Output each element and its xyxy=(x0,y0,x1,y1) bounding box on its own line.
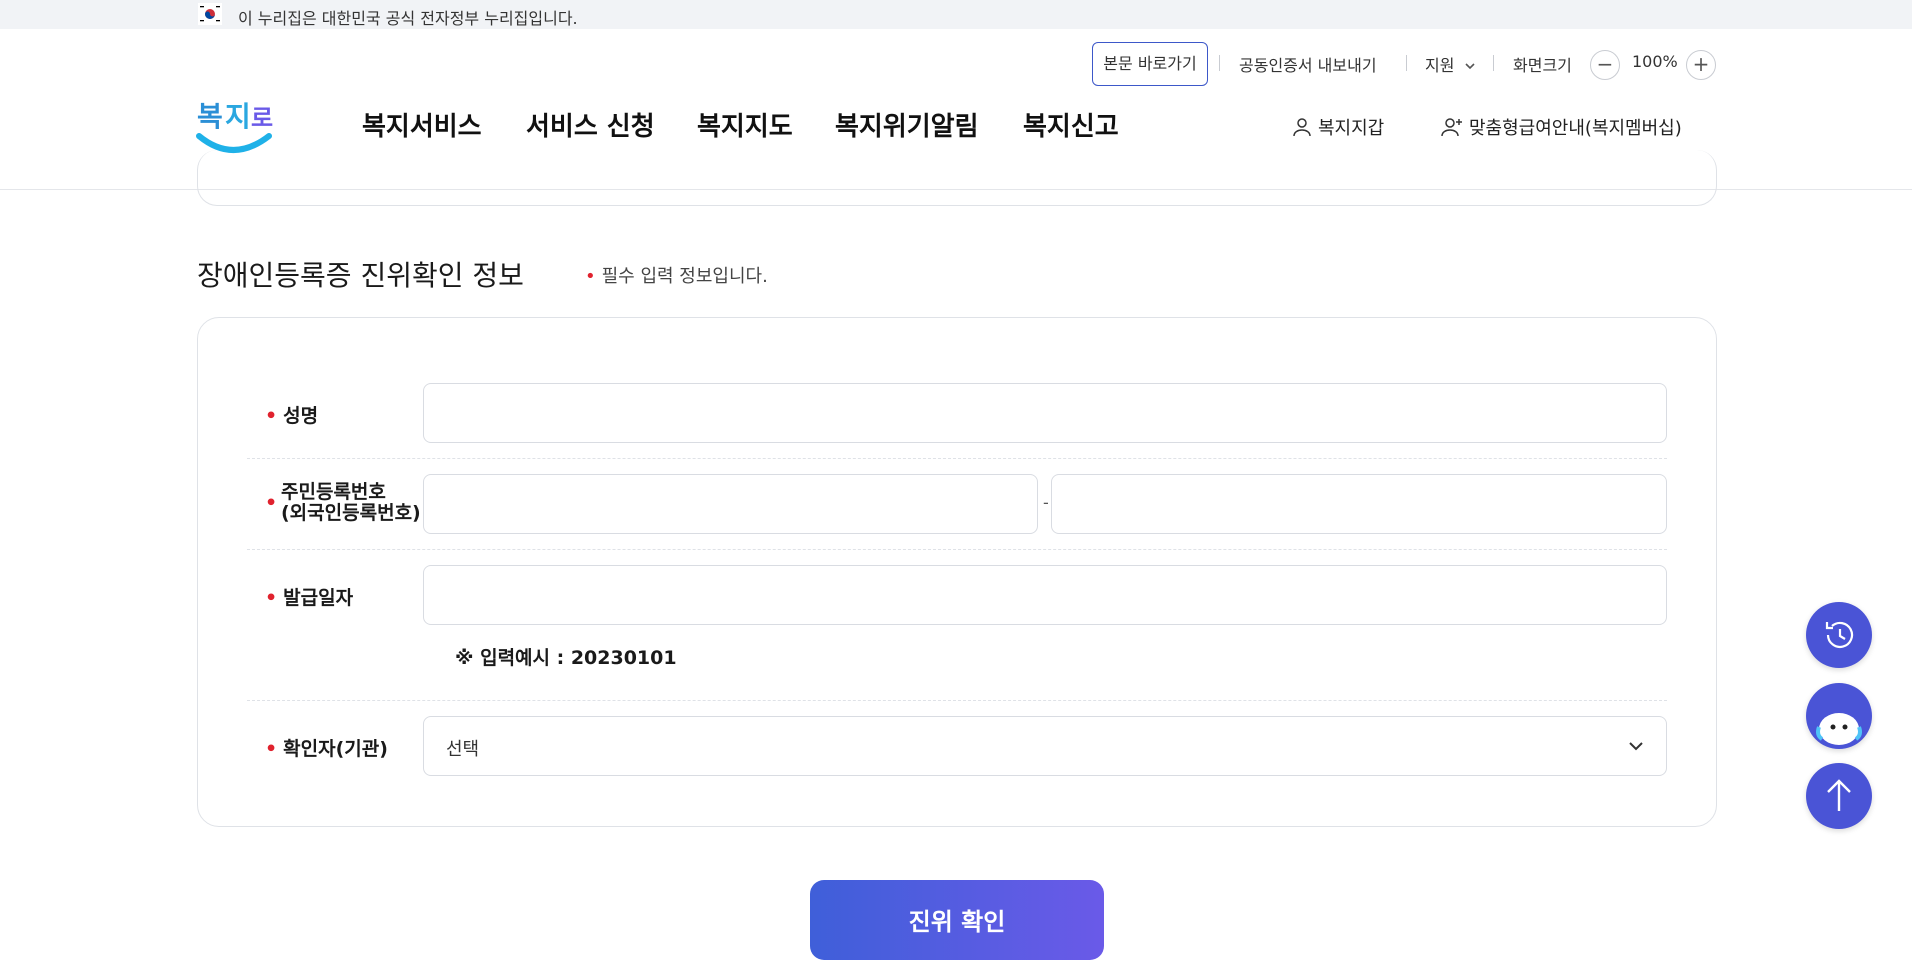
gnb-crisis-alert[interactable]: 복지위기알림 xyxy=(835,106,979,143)
gnb-welfare-report[interactable]: 복지신고 xyxy=(1023,106,1119,143)
required-dot: • xyxy=(585,266,596,287)
cert-export-link[interactable]: 공동인증서 내보내기 xyxy=(1239,52,1377,76)
zoom-out-button[interactable]: − xyxy=(1590,50,1620,80)
verify-button[interactable]: 진위 확인 xyxy=(810,880,1104,960)
welfare-wallet-label: 복지지갑 xyxy=(1318,118,1385,139)
required-dot: • xyxy=(265,738,278,760)
divider xyxy=(1406,55,1407,71)
welfare-wallet-link[interactable]: 복지지갑 xyxy=(1292,114,1384,140)
screen-size-label: 화면크기 xyxy=(1513,56,1572,75)
row-divider xyxy=(247,700,1667,701)
divider xyxy=(1493,55,1494,71)
rrn-back-input[interactable] xyxy=(1051,474,1667,534)
verifier-selected-value: 선택 xyxy=(446,739,480,760)
support-menu[interactable]: 지원 xyxy=(1425,52,1476,76)
section-title: 장애인등록증 진위확인 정보 xyxy=(197,259,524,292)
issue-date-label: • 발급일자 xyxy=(265,583,353,610)
chevron-down-icon xyxy=(1629,742,1643,751)
zoom-level: 100% xyxy=(1632,52,1678,71)
rrn-label: • 주민등록번호 (외국인등록번호) xyxy=(265,482,421,524)
zoom-in-button[interactable]: + xyxy=(1686,50,1716,80)
verifier-label-text: 확인자(기관) xyxy=(283,738,388,760)
korea-flag-icon xyxy=(198,3,222,25)
gov-banner: 이 누리집은 대한민국 공식 전자정부 누리집입니다. xyxy=(0,0,1912,29)
rrn-dash: - xyxy=(1043,493,1049,512)
recent-history-button[interactable] xyxy=(1806,602,1872,668)
gnb-welfare-service[interactable]: 복지서비스 xyxy=(362,106,482,143)
divider xyxy=(1219,55,1220,71)
chatbot-button[interactable] xyxy=(1806,683,1872,749)
scroll-top-button[interactable] xyxy=(1806,763,1872,829)
membership-label: 맞춤형급여안내(복지멤버십) xyxy=(1469,118,1682,139)
site-logo[interactable]: 복 지 로 xyxy=(195,92,273,156)
previous-section-box xyxy=(197,150,1717,206)
name-label-text: 성명 xyxy=(283,405,319,427)
issue-date-input[interactable] xyxy=(423,565,1667,625)
gnb-welfare-map[interactable]: 복지지도 xyxy=(697,106,793,143)
required-dot: • xyxy=(265,587,278,609)
logo-mark: 복 지 로 xyxy=(196,100,273,153)
name-input[interactable] xyxy=(423,383,1667,443)
verifier-select[interactable]: 선택 xyxy=(423,716,1667,776)
chevron-down-icon xyxy=(1464,63,1475,70)
name-label: • 성명 xyxy=(265,401,318,428)
rrn-label-line1: 주민등록번호 xyxy=(281,481,386,503)
rrn-label-line2: (외국인등록번호) xyxy=(281,502,421,524)
person-icon xyxy=(1293,118,1311,137)
row-divider xyxy=(247,458,1667,459)
verifier-label: • 확인자(기관) xyxy=(265,734,388,761)
history-icon xyxy=(1825,621,1854,648)
svg-text:복: 복 xyxy=(197,100,223,133)
svg-text:지: 지 xyxy=(225,100,251,133)
svg-text:로: 로 xyxy=(251,104,273,132)
chatbot-mascot-icon xyxy=(1816,713,1862,745)
skip-to-content-button[interactable]: 본문 바로가기 xyxy=(1092,42,1208,86)
row-divider xyxy=(247,549,1667,550)
required-note: • 필수 입력 정보입니다. xyxy=(585,262,768,288)
required-dot: • xyxy=(265,492,278,514)
arrow-up-icon xyxy=(1827,779,1851,811)
required-dot: • xyxy=(265,405,278,427)
issue-date-hint: ※ 입력예시 : 20230101 xyxy=(455,647,677,669)
support-label: 지원 xyxy=(1425,56,1455,75)
required-note-text: 필수 입력 정보입니다. xyxy=(601,266,768,287)
gnb-service-apply[interactable]: 서비스 신청 xyxy=(526,106,655,143)
gov-banner-text: 이 누리집은 대한민국 공식 전자정부 누리집입니다. xyxy=(238,9,578,28)
issue-date-label-text: 발급일자 xyxy=(283,587,354,609)
rrn-front-input[interactable] xyxy=(423,474,1038,534)
person-add-icon xyxy=(1441,118,1462,137)
membership-link[interactable]: 맞춤형급여안내(복지멤버십) xyxy=(1441,114,1682,140)
